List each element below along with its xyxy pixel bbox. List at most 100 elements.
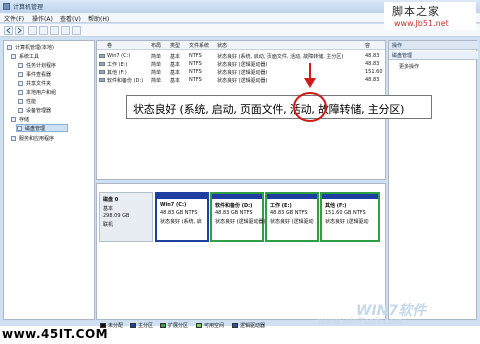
help-button[interactable] (61, 26, 70, 35)
window-frame: 计算机管理 文件(F) 操作(A) 查看(V) 帮助(H) 计算机管理(本地) … (0, 0, 480, 326)
cell-status: 状态良好 (系统, 启动, 页面文件, 活动, 故障转储, 主分区) (217, 54, 344, 60)
table-row[interactable]: 软件和备份 (D:) 简单 基本 NTFS 状态良好 (逻辑驱动器) 48.83 (97, 76, 385, 84)
table-row[interactable]: 工作 (E:) 简单 基本 NTFS 状态良好 (逻辑驱动器) 48.83 (97, 60, 385, 68)
tree-item-local-users[interactable]: 本地用户和组 (18, 88, 56, 96)
actions-disk-management-header[interactable]: 磁盘管理 (389, 51, 478, 60)
partition-type-bar (322, 194, 378, 199)
menu-help[interactable]: 帮助(H) (88, 14, 109, 23)
screenshot-root: 计算机管理 文件(F) 操作(A) 查看(V) 帮助(H) 计算机管理(本地) … (0, 0, 480, 344)
column-header-volume[interactable]: 卷 (107, 42, 112, 49)
volume-icon (99, 62, 105, 66)
back-button[interactable] (4, 26, 13, 35)
tree-item-task-scheduler[interactable]: 任务计划程序 (18, 61, 56, 69)
services-icon (11, 135, 16, 141)
tree-item-label: 服务和应用程序 (19, 135, 55, 142)
partition-type-bar (157, 194, 207, 199)
navigation-tree: 计算机管理(本地) 系统工具 任务计划程序 事件查看器 共享文件夹 本地用户和组… (3, 40, 95, 320)
properties-button[interactable] (50, 26, 59, 35)
cell-capacity: 48.83 (365, 77, 380, 83)
tree-item-label: 磁盘管理 (25, 125, 46, 132)
annotation-arrow-head (304, 78, 316, 88)
partition-c[interactable]: Win7 (C:) 48.83 GB NTFS 状态良好 (系统, 启 (155, 192, 209, 242)
tree-item-device-manager[interactable]: 设备管理器 (18, 106, 51, 114)
up-button[interactable] (28, 26, 37, 35)
menu-view[interactable]: 查看(V) (60, 14, 81, 23)
cell-filesystem: NTFS (189, 61, 202, 67)
refresh-button[interactable] (72, 26, 81, 35)
legend-label: 主分区 (138, 323, 154, 329)
column-header-status[interactable]: 状态 (217, 42, 227, 49)
cell-type: 基本 (170, 78, 181, 84)
partition-f[interactable]: 其他 (F:) 151.60 GB NTFS 状态良好 (逻辑驱动 (320, 192, 380, 242)
disk-info[interactable]: 磁盘 0 基本 298.09 GB 联机 (99, 192, 153, 242)
tree-item-performance[interactable]: 性能 (18, 97, 36, 105)
back-arrow-icon (6, 27, 11, 34)
clock-icon (18, 62, 23, 68)
legend-swatch (232, 323, 238, 328)
partition-status: 状态良好 (系统, 启 (160, 219, 202, 225)
legend-swatch (160, 323, 166, 328)
tree-item-label: 本地用户和组 (26, 89, 57, 96)
legend-label: 可用空间 (204, 323, 225, 329)
legend-item: 逻辑驱动器 (232, 322, 265, 329)
tree-item-root[interactable]: 计算机管理(本地) (7, 43, 54, 51)
tree-item-label: 系统工具 (19, 53, 40, 60)
legend-item: 可用空间 (196, 322, 224, 329)
partition-e[interactable]: 工作 (E:) 48.83 GB NTFS 状态良好 (逻辑驱动 (265, 192, 319, 242)
cell-layout: 简单 (151, 62, 162, 68)
performance-icon (18, 98, 23, 104)
partition-d[interactable]: 软件和备份 (D:) 48.83 GB NTFS 状态良好 (逻辑驱动器) (210, 192, 266, 242)
legend-swatch (196, 323, 202, 328)
cell-type: 基本 (170, 70, 181, 76)
tree-item-system-tools[interactable]: 系统工具 (11, 52, 39, 60)
cell-capacity: 48.83 (365, 53, 380, 59)
partition-size: 151.60 GB NTFS (325, 210, 366, 216)
partition-name: Win7 (C:) (160, 202, 187, 208)
status-callout: 状态良好 (系统, 启动, 页面文件, 活动, 故障转储, 主分区) (126, 95, 432, 119)
cell-layout: 简单 (151, 78, 162, 84)
tree-item-label: 任务计划程序 (26, 62, 57, 69)
table-row[interactable]: Win7 (C:) 简单 基本 NTFS 状态良好 (系统, 启动, 页面文件,… (97, 52, 385, 60)
table-row[interactable]: 其他 (F:) 简单 基本 NTFS 状态良好 (逻辑驱动器) 151.60 (97, 68, 385, 76)
tree-item-disk-management[interactable]: 磁盘管理 (16, 124, 68, 132)
tree-item-services[interactable]: 服务和应用程序 (11, 134, 54, 142)
cell-volume: 其他 (F:) (107, 70, 127, 76)
watermark-bottom-left: www.45IT.COM (2, 327, 109, 341)
window-title: 计算机管理 (13, 4, 44, 11)
actions-pane: 操作 磁盘管理 更多操作 (388, 40, 478, 320)
cell-status: 状态良好 (逻辑驱动器) (217, 62, 268, 68)
partition-size: 48.83 GB NTFS (270, 210, 308, 216)
forward-button[interactable] (15, 26, 24, 35)
more-actions-link[interactable]: 更多操作 (399, 63, 419, 70)
tree-item-event-viewer[interactable]: 事件查看器 (18, 70, 51, 78)
menu-action[interactable]: 操作(A) (32, 14, 53, 23)
column-header-filesystem[interactable]: 文件系统 (189, 42, 209, 49)
tree-item-storage[interactable]: 存储 (11, 115, 29, 123)
callout-text: 状态良好 (系统, 启动, 页面文件, 活动, 故障转储, 主分区) (133, 103, 405, 116)
folder-icon (18, 80, 23, 86)
cell-layout: 简单 (151, 70, 162, 76)
column-header-type[interactable]: 类型 (170, 42, 180, 49)
legend-label: 扩展分区 (168, 323, 189, 329)
cell-status: 状态良好 (逻辑驱动器) (217, 78, 268, 84)
cell-filesystem: NTFS (189, 69, 202, 75)
cell-status: 状态良好 (逻辑驱动器) (217, 70, 268, 76)
partition-name: 软件和备份 (D:) (215, 203, 253, 209)
partition-name: 其他 (F:) (325, 203, 347, 209)
menu-file[interactable]: 文件(F) (4, 14, 24, 23)
computer-icon (7, 44, 12, 50)
cell-volume: 软件和备份 (D:) (107, 78, 144, 84)
tree-item-shared-folders[interactable]: 共享文件夹 (18, 79, 51, 87)
tree-item-label: 共享文件夹 (26, 80, 52, 87)
cell-capacity: 48.83 (365, 61, 380, 67)
show-hide-tree-button[interactable] (39, 26, 48, 35)
legend-swatch (130, 323, 136, 328)
annotation-circle (293, 92, 327, 122)
volume-icon (99, 78, 105, 82)
column-header-capacity[interactable]: 容 (365, 42, 370, 49)
column-header-layout[interactable]: 布局 (151, 42, 161, 49)
cell-volume: Win7 (C:) (107, 53, 131, 59)
partition-size: 48.83 GB NTFS (160, 210, 198, 216)
cell-volume: 工作 (E:) (107, 62, 128, 68)
volume-list-header: 卷 布局 类型 文件系统 状态 容 (97, 41, 385, 50)
